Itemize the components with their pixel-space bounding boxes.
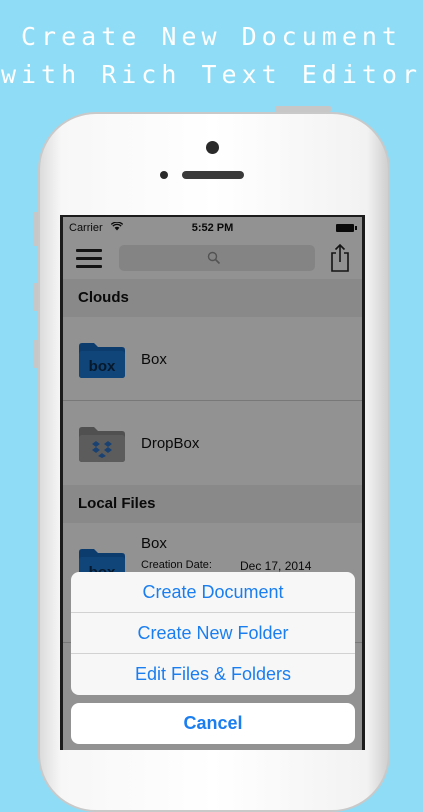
cancel-button[interactable]: Cancel — [71, 703, 355, 744]
create-new-folder-button[interactable]: Create New Folder — [71, 613, 355, 654]
edit-files-folders-button[interactable]: Edit Files & Folders — [71, 654, 355, 695]
phone-screen: Carrier 5:52 PM Clouds box Box DropBox L… — [60, 215, 365, 750]
front-camera — [206, 141, 219, 154]
action-sheet: Create Document Create New Folder Edit F… — [71, 572, 355, 695]
promo-headline-line1: Create New Document — [21, 22, 402, 51]
earpiece-speaker — [182, 171, 244, 179]
proximity-sensor — [160, 171, 168, 179]
app-screen: Carrier 5:52 PM Clouds box Box DropBox L… — [63, 217, 362, 750]
create-document-button[interactable]: Create Document — [71, 572, 355, 613]
promo-headline-line2: with Rich Text Editor — [0, 60, 423, 89]
